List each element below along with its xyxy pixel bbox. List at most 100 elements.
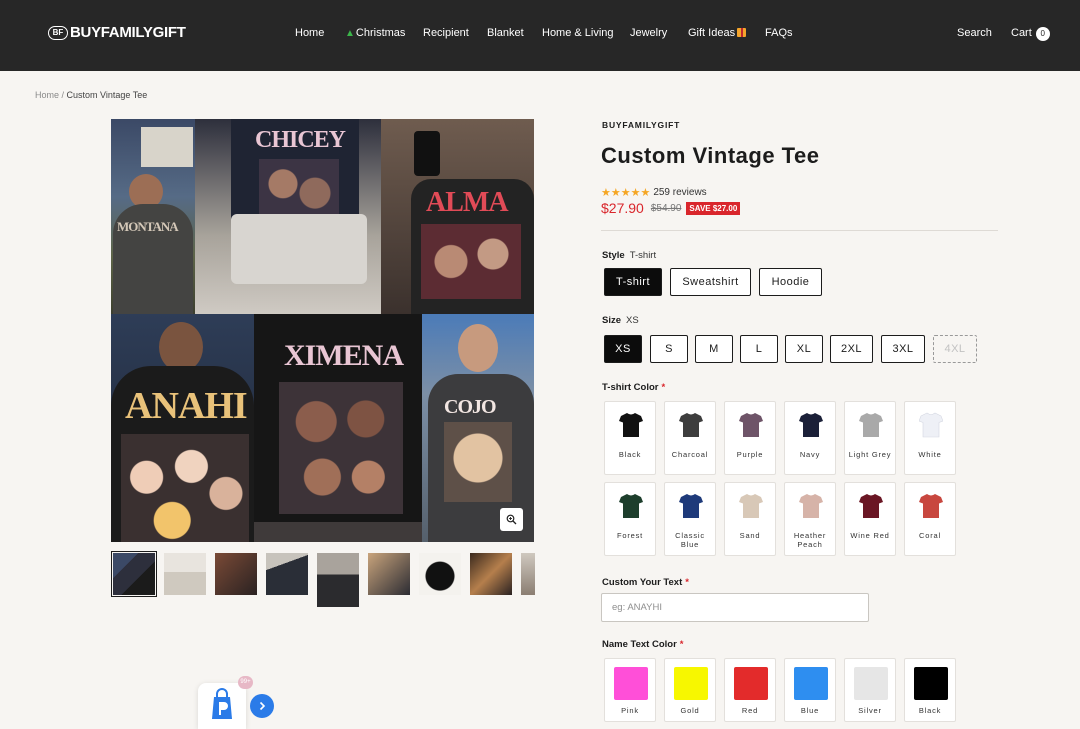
nav-home-living[interactable]: Home & Living (542, 27, 614, 39)
nav-gift-ideas[interactable]: Gift Ideas (688, 27, 747, 39)
tshirt-color-sand[interactable]: Sand (724, 482, 776, 556)
thumbnail-5[interactable] (317, 553, 359, 607)
style-option-sweatshirt[interactable]: Sweatshirt (670, 268, 751, 296)
style-option-tshirt[interactable]: T-shirt (604, 268, 662, 296)
name-text-color-red[interactable]: Red (724, 658, 776, 722)
price-row: $27.90 $54.90 SAVE $27.00 (601, 200, 741, 216)
breadcrumb-current: Custom Vintage Tee (66, 90, 148, 100)
tshirt-color-charcoal[interactable]: Charcoal (664, 401, 716, 475)
tshirt-color-white[interactable]: White (904, 401, 956, 475)
nav-blanket[interactable]: Blanket (487, 27, 524, 39)
logo-mark: BF (48, 25, 68, 40)
size-option-l[interactable]: L (740, 335, 778, 363)
photo-panel-5: XIMENA (254, 314, 422, 542)
size-option-m[interactable]: M (695, 335, 733, 363)
thumbnail-2[interactable] (164, 553, 206, 595)
required-mark: * (685, 577, 689, 588)
person-head (458, 324, 498, 372)
cart-label: Cart (1011, 27, 1032, 39)
breadcrumb-home[interactable]: Home (35, 90, 59, 100)
photo-collage (259, 159, 339, 221)
size-label: Size XS (602, 315, 639, 326)
brand-logo[interactable]: BF BUYFAMILYGIFT (48, 24, 186, 41)
tshirt-icon (679, 494, 703, 518)
tshirt-color-name: Forest (616, 531, 644, 540)
name-text-color-blue[interactable]: Blue (784, 658, 836, 722)
tshirt-color-name: Wine Red (850, 531, 890, 540)
photo-collage (121, 434, 249, 542)
divider (601, 230, 998, 231)
name-text-color-pink[interactable]: Pink (604, 658, 656, 722)
name-text-color-gold[interactable]: Gold (664, 658, 716, 722)
thumbnail-6[interactable] (368, 553, 410, 595)
color-chip (734, 667, 768, 700)
product-title: Custom Vintage Tee (601, 143, 820, 168)
tshirt-color-label-text: T-shirt Color (602, 382, 659, 393)
zoom-button[interactable] (500, 508, 523, 531)
name-text-color-name: Gold (680, 706, 700, 715)
nav-recipient[interactable]: Recipient (423, 27, 469, 39)
photo-panel-2: CHICEY (195, 119, 381, 314)
tshirt-color-name: Navy (799, 450, 821, 459)
tshirt-color-heather-peach[interactable]: Heather Peach (784, 482, 836, 556)
thumbnail-4[interactable] (266, 553, 308, 595)
name-text-color-name: Blue (800, 706, 820, 715)
thumbnail-1[interactable] (111, 551, 157, 597)
search-link[interactable]: Search (957, 27, 992, 39)
nav-faqs[interactable]: FAQs (765, 27, 793, 39)
size-selected-value: XS (626, 315, 639, 326)
shorts-shape (231, 214, 367, 284)
style-option-hoodie[interactable]: Hoodie (759, 268, 822, 296)
name-text-color-name: Pink (621, 706, 639, 715)
custom-text-input[interactable] (601, 593, 869, 622)
tshirt-color-classic-blue[interactable]: Classic Blue (664, 482, 716, 556)
product-vendor: BUYFAMILYGIFT (602, 120, 681, 130)
size-option-2xl[interactable]: 2XL (830, 335, 873, 363)
product-main-image[interactable]: MONTANA CHICEY ALMA ANAHI XIMENA COJO (111, 119, 534, 542)
name-text-color-silver[interactable]: Silver (844, 658, 896, 722)
shopping-widget[interactable] (198, 683, 246, 729)
sale-price: $27.90 (601, 200, 644, 216)
thumbnail-8[interactable] (470, 553, 512, 595)
panel-text: ALMA (426, 187, 509, 218)
nav-jewelry[interactable]: Jewelry (630, 27, 667, 39)
panel-text: XIMENA (284, 339, 404, 372)
tshirt-color-forest[interactable]: Forest (604, 482, 656, 556)
widget-expand-button[interactable] (250, 694, 274, 718)
color-chip (854, 667, 888, 700)
thumbnail-9[interactable] (521, 553, 535, 595)
thumbnail-3[interactable] (215, 553, 257, 595)
cart-link[interactable]: Cart 0 (1011, 27, 1050, 41)
tshirt-icon (619, 413, 643, 437)
logo-text: BUYFAMILYGIFT (70, 24, 186, 41)
tshirt-color-purple[interactable]: Purple (724, 401, 776, 475)
custom-text-label: Custom Your Text * (602, 577, 689, 588)
nav-home[interactable]: Home (295, 27, 324, 39)
tshirt-color-wine-red[interactable]: Wine Red (844, 482, 896, 556)
tshirt-color-name: Classic Blue (675, 531, 705, 549)
star-rating-icon: ★★★★★ (601, 187, 651, 199)
compare-price: $54.90 (650, 202, 682, 214)
tshirt-color-black[interactable]: Black (604, 401, 656, 475)
product-rating[interactable]: ★★★★★ 259 reviews (601, 186, 707, 199)
tshirt-icon (739, 494, 763, 518)
panel-text: CHICEY (255, 127, 346, 153)
nav-christmas[interactable]: ▲Christmas (345, 27, 405, 39)
size-option-s[interactable]: S (650, 335, 688, 363)
color-chip (794, 667, 828, 700)
size-option-xs[interactable]: XS (604, 335, 642, 363)
tshirt-color-coral[interactable]: Coral (904, 482, 956, 556)
size-option-4xl[interactable]: 4XL (933, 335, 977, 363)
breadcrumb: Home / Custom Vintage Tee (35, 90, 147, 100)
size-option-xl[interactable]: XL (785, 335, 823, 363)
widget-notification-badge: 99+ (238, 676, 253, 689)
tshirt-color-navy[interactable]: Navy (784, 401, 836, 475)
tshirt-color-name: Purple (736, 450, 764, 459)
tshirt-color-light-grey[interactable]: Light Grey (844, 401, 896, 475)
name-text-color-black[interactable]: Black (904, 658, 956, 722)
thumbnail-7[interactable] (419, 553, 461, 595)
panel-text: MONTANA (117, 219, 179, 234)
size-label-text: Size (602, 315, 622, 326)
size-option-3xl[interactable]: 3XL (881, 335, 925, 363)
style-label-text: Style (602, 250, 625, 261)
